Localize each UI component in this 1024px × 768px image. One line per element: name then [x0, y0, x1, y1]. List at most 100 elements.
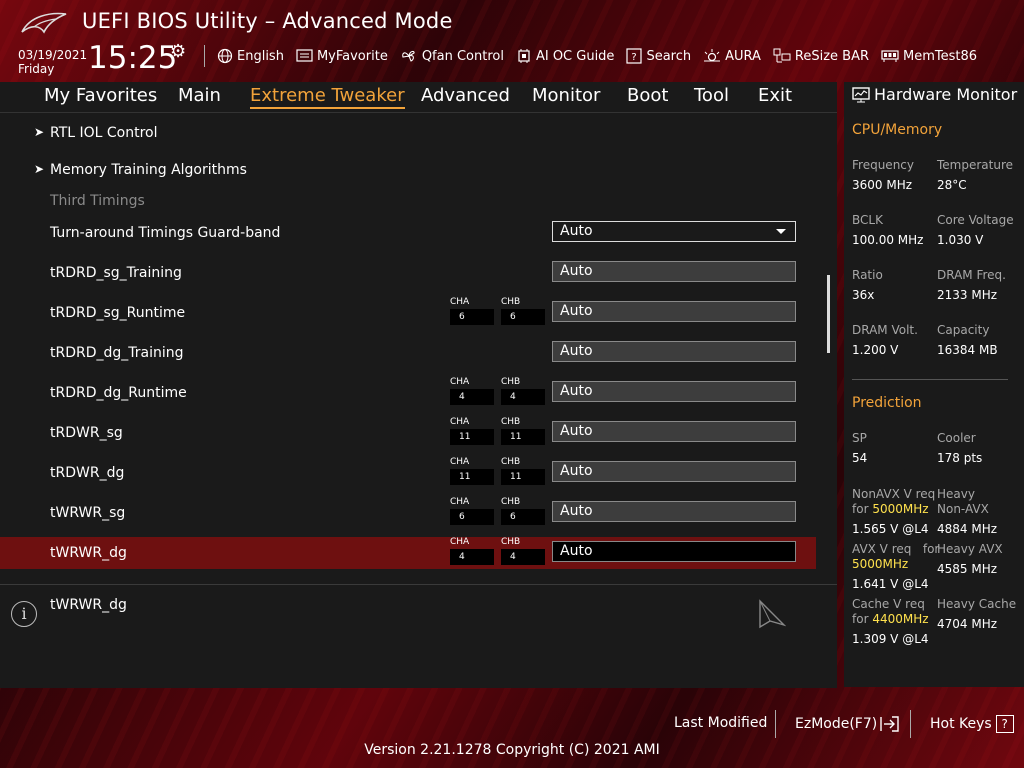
channel-a-readout: CHA 4 [450, 377, 494, 405]
setting-value-field[interactable]: Auto [552, 381, 796, 402]
last-modified-button[interactable]: Last Modified [674, 715, 767, 731]
setting-label: tRDRD_dg_Runtime [50, 385, 187, 401]
language-button[interactable]: English [217, 48, 284, 64]
monitor-icon [852, 86, 870, 102]
channel-a-readout: CHA 6 [450, 497, 494, 525]
heavy-cache-label: Heavy Cache [937, 597, 1017, 611]
clock[interactable]: 15:25 [88, 40, 177, 76]
submenu-memory-training-algorithms[interactable]: ➤ Memory Training Algorithms [0, 154, 816, 186]
channel-label: CHB [501, 457, 521, 467]
hot-keys-label: Hot Keys [930, 716, 992, 732]
setting-label: RTL IOL Control [50, 125, 158, 141]
channel-label: CHA [450, 497, 470, 507]
temperature-label: Temperature [937, 158, 1014, 172]
hardware-monitor-title: Hardware Monitor [852, 85, 1017, 104]
frequency-value: 3600 MHz [852, 178, 913, 192]
myfavorite-label: MyFavorite [316, 48, 388, 64]
setting-row-selected[interactable]: tWRWR_dg CHA 4 CHB 4 Auto [0, 537, 816, 569]
resize-bar-label: ReSize BAR [794, 48, 870, 64]
heavy-nonavx-text-1: Heavy [937, 487, 975, 501]
help-text: tWRWR_dg [50, 597, 127, 613]
submenu-arrow-icon: ➤ [34, 162, 45, 176]
channel-label: CHA [450, 297, 470, 307]
cache-vreq-label: Cache V req for 4400MHz [852, 597, 929, 627]
globe-icon [217, 48, 233, 64]
bclk-value: 100.00 MHz [852, 233, 924, 247]
setting-value-field[interactable]: Auto [552, 261, 796, 282]
nonavx-vreq-freq-line: for 5000MHz [852, 502, 935, 517]
last-modified-label: Last Modified [674, 715, 768, 731]
search-label: Search [646, 48, 692, 64]
core-voltage-value: 1.030 V [937, 233, 984, 247]
exit-arrow-icon [880, 716, 899, 732]
dram-volt-label: DRAM Volt. [852, 323, 918, 337]
tab-boot[interactable]: Boot [627, 85, 668, 106]
setting-value-field[interactable]: Auto [552, 421, 796, 442]
version-text: Version 2.21.1278 Copyright (C) 2021 AMI [364, 742, 660, 758]
setting-value-field[interactable]: Auto [552, 461, 796, 482]
avx-vreq-label: AVX V req for 5000MHz [852, 542, 939, 572]
setting-row: tRDRD_dg_Training Auto [0, 337, 816, 369]
resize-bar-button[interactable]: ReSize BAR [773, 48, 869, 64]
tab-extreme-tweaker[interactable]: Extreme Tweaker [250, 85, 405, 109]
channel-value: 11 [501, 469, 545, 485]
fan-icon [402, 50, 415, 62]
aura-button[interactable]: AURA [703, 48, 761, 64]
info-icon: i [11, 601, 37, 627]
resize-bar-icon [773, 48, 791, 63]
tab-exit[interactable]: Exit [758, 85, 792, 106]
memtest86-button[interactable]: MemTest86 [881, 49, 977, 64]
myfavorite-button[interactable]: MyFavorite [296, 49, 388, 64]
chevron-down-icon [776, 229, 786, 234]
toolbar: English MyFavorite Qfan Control AI OC Gu… [200, 45, 977, 67]
settings-scrollbar[interactable] [827, 275, 830, 353]
search-button[interactable]: ? Search [626, 48, 691, 64]
guard-band-dropdown[interactable]: Auto [552, 221, 796, 242]
avx-vreq-value: 1.641 V @L4 [852, 577, 929, 591]
date-display: 03/19/2021 Friday [18, 48, 87, 76]
ratio-label: Ratio [852, 268, 883, 282]
frequency-label: Frequency [852, 158, 914, 172]
tab-monitor[interactable]: Monitor [532, 85, 600, 106]
setting-row: Turn-around Timings Guard-band Auto [0, 217, 816, 249]
cpu-memory-heading: CPU/Memory [852, 122, 943, 138]
aura-icon [704, 49, 721, 62]
section-label: Third Timings [50, 193, 145, 209]
channel-b-readout: CHB 4 [501, 537, 545, 565]
tab-main[interactable]: Main [178, 85, 221, 106]
core-voltage-label: Core Voltage [937, 213, 1014, 227]
setting-label: tRDWR_dg [50, 465, 125, 481]
submenu-rtl-iol-control[interactable]: ➤ RTL IOL Control [0, 117, 816, 149]
hot-keys-help-icon: ? [995, 715, 1014, 733]
setting-value-field[interactable]: Auto [552, 501, 796, 522]
setting-row: tRDWR_dg CHA 11 CHB 11 Auto [0, 457, 816, 489]
setting-value-field[interactable]: Auto [552, 341, 796, 362]
channel-a-readout: CHA 11 [450, 417, 494, 445]
search-icon: ? [626, 48, 643, 64]
channel-value: 4 [450, 549, 494, 565]
tab-tool[interactable]: Tool [694, 85, 729, 106]
ezmode-button[interactable]: EzMode(F7) [795, 715, 901, 733]
heavy-nonavx-label: Heavy Non-AVX [937, 487, 989, 517]
sp-label: SP [852, 431, 867, 445]
rog-logo-icon [21, 12, 67, 34]
setting-label: Memory Training Algorithms [50, 162, 247, 178]
setting-row: tRDRD_sg_Training Auto [0, 257, 816, 289]
ai-oc-guide-button[interactable]: AI OC Guide [516, 48, 614, 64]
tab-advanced[interactable]: Advanced [421, 85, 510, 106]
heavy-nonavx-text-2: Non-AVX [937, 502, 989, 516]
qfan-control-button[interactable]: Qfan Control [400, 48, 504, 64]
setting-label: tWRWR_dg [50, 545, 127, 561]
nav-bar: My Favorites Main Extreme Tweaker Advanc… [0, 82, 837, 113]
setting-value-field[interactable]: Auto [552, 301, 796, 322]
capacity-label: Capacity [937, 323, 990, 337]
setting-row: tRDRD_sg_Runtime CHA 6 CHB 6 Auto [0, 297, 816, 329]
setting-value-field[interactable]: Auto [552, 541, 796, 562]
hot-keys-button[interactable]: Hot Keys ? [930, 715, 1014, 733]
channel-b-readout: CHB 6 [501, 497, 545, 525]
channel-a-readout: CHA 6 [450, 297, 494, 325]
gear-icon[interactable]: ⚙ [170, 41, 186, 62]
tab-my-favorites[interactable]: My Favorites [44, 85, 157, 106]
channel-label: CHB [501, 497, 521, 507]
avx-freq: 5000MHz [852, 557, 909, 571]
